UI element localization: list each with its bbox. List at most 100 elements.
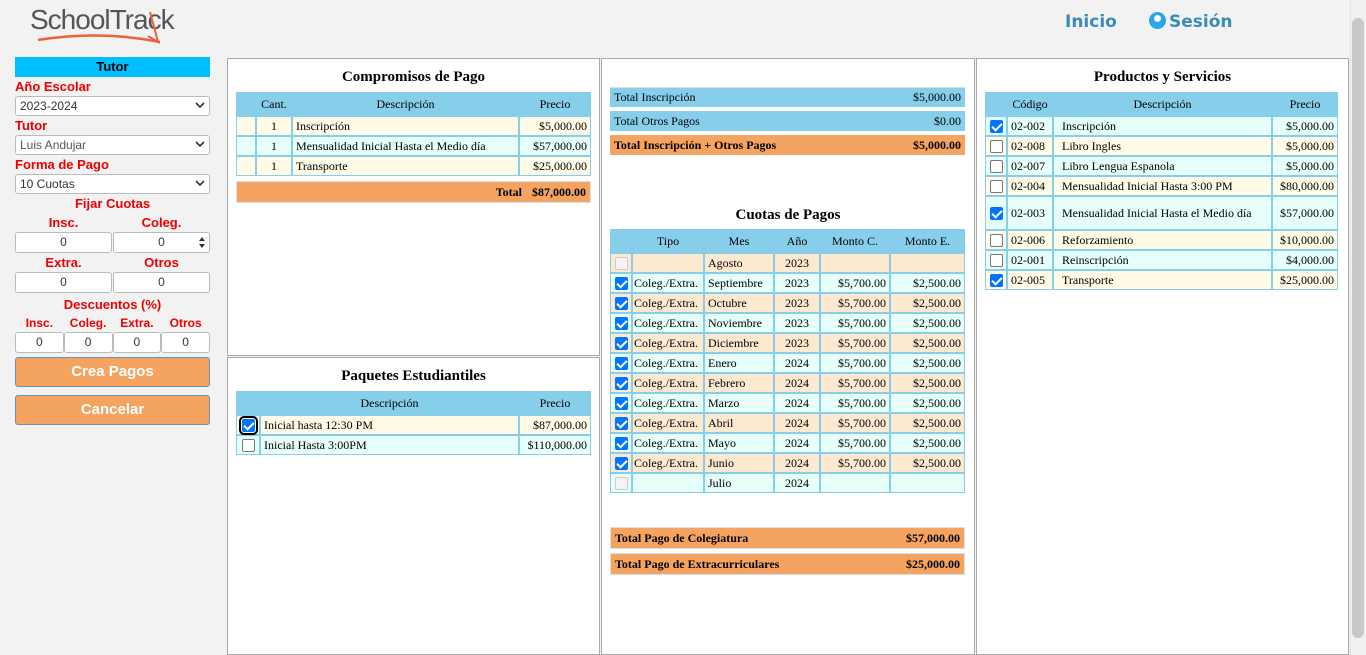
installment-checkbox[interactable] bbox=[614, 297, 628, 311]
row-price: $5,000.00 bbox=[1272, 156, 1338, 176]
sidebar-title: Tutor bbox=[15, 57, 210, 77]
row-year: 2023 bbox=[774, 333, 820, 353]
disc-otros-input[interactable]: 0 bbox=[161, 332, 210, 353]
row-desc: Inscripción bbox=[1053, 116, 1272, 136]
page-scrollbar-thumb[interactable] bbox=[1352, 18, 1364, 638]
row-check-cell bbox=[610, 413, 632, 433]
disc-otros-label: Otros bbox=[169, 316, 202, 330]
payment-form-label: Forma de Pago bbox=[15, 157, 109, 172]
col-check bbox=[985, 92, 1007, 116]
nav-home-link[interactable]: Inicio bbox=[1065, 12, 1117, 32]
table-row: Coleg./Extra. Mayo 2024 $5,700.00 $2,500.00 bbox=[610, 433, 965, 453]
row-code: 02-005 bbox=[1007, 270, 1053, 290]
fix-otros-input[interactable]: 0 bbox=[113, 272, 210, 293]
row-code: 02-003 bbox=[1007, 196, 1053, 230]
fix-insc-input[interactable]: 0 bbox=[15, 232, 112, 253]
create-payments-button[interactable]: Crea Pagos bbox=[15, 357, 210, 387]
row-code: 02-001 bbox=[1007, 250, 1053, 270]
table-row: 02-003 Mensualidad Inicial Hasta el Medio… bbox=[985, 196, 1338, 230]
row-type: Coleg./Extra. bbox=[632, 313, 704, 333]
row-price: $80,000.00 bbox=[1272, 176, 1338, 196]
row-amount-e: $2,500.00 bbox=[890, 453, 965, 473]
payment-form-select[interactable]: 10 Cuotas bbox=[15, 174, 210, 194]
year-label: Año Escolar bbox=[15, 79, 91, 94]
row-amount-e bbox=[890, 473, 965, 493]
installment-checkbox[interactable] bbox=[614, 317, 628, 331]
product-checkbox[interactable] bbox=[989, 274, 1003, 288]
row-amount-e: $2,500.00 bbox=[890, 293, 965, 313]
disc-extra-label: Extra. bbox=[120, 316, 154, 330]
table-row: 02-006 Reforzamiento $10,000.00 bbox=[985, 230, 1338, 250]
row-desc: Reinscripción bbox=[1053, 250, 1272, 270]
sidebar: Tutor Año Escolar 2023-2024 Tutor Luis A… bbox=[15, 57, 210, 425]
row-month: Agosto bbox=[704, 253, 774, 273]
row-amount-e: $2,500.00 bbox=[890, 413, 965, 433]
row-year: 2023 bbox=[774, 313, 820, 333]
product-checkbox[interactable] bbox=[989, 140, 1003, 154]
summary-block: Total Inscripción $5,000.00 Total Otros P… bbox=[610, 87, 965, 157]
installment-checkbox[interactable] bbox=[614, 357, 628, 371]
row-check-cell bbox=[985, 230, 1007, 250]
row-month: Mayo bbox=[704, 433, 774, 453]
row-year: 2023 bbox=[774, 273, 820, 293]
col-code: Código bbox=[1007, 92, 1053, 116]
summary-insc-row: Total Inscripción $5,000.00 bbox=[610, 87, 965, 109]
fix-coleg-input[interactable]: 0 bbox=[113, 232, 210, 253]
row-price: $4,000.00 bbox=[1272, 250, 1338, 270]
tutor-label: Tutor bbox=[15, 118, 48, 133]
row-type bbox=[632, 253, 704, 273]
product-checkbox[interactable] bbox=[989, 160, 1003, 174]
table-row: 1 Inscripción $5,000.00 bbox=[236, 116, 591, 136]
product-checkbox[interactable] bbox=[989, 120, 1003, 134]
fix-installments-title: Fijar Cuotas bbox=[74, 196, 151, 211]
year-select[interactable]: 2023-2024 bbox=[15, 96, 210, 116]
row-amount-c: $5,700.00 bbox=[820, 453, 890, 473]
installment-checkbox[interactable] bbox=[614, 417, 628, 431]
table-row: 1 Mensualidad Inicial Hasta el Medio día $… bbox=[236, 136, 591, 156]
fix-extra-input[interactable]: 0 bbox=[15, 272, 112, 293]
installment-checkbox[interactable] bbox=[614, 397, 628, 411]
table-row: Inicial hasta 12:30 PM $87,000.00 bbox=[236, 415, 591, 436]
products-body: 02-002 Inscripción $5,000.00 02-008 Libro In… bbox=[985, 116, 1338, 290]
logo[interactable]: SchoolTrack bbox=[30, 4, 175, 48]
row-check-cell bbox=[610, 313, 632, 333]
installment-checkbox[interactable] bbox=[614, 337, 628, 351]
disc-extra-input[interactable]: 0 bbox=[112, 332, 162, 353]
row-code: 02-004 bbox=[1007, 176, 1053, 196]
installment-checkbox[interactable] bbox=[614, 277, 628, 291]
row-amount-c: $5,700.00 bbox=[820, 393, 890, 413]
row-amount-c: $5,700.00 bbox=[820, 333, 890, 353]
row-spacer bbox=[236, 136, 256, 156]
row-qty: 1 bbox=[256, 136, 292, 156]
package-checkbox[interactable] bbox=[241, 439, 255, 453]
row-spacer bbox=[236, 116, 256, 136]
table-row: 02-008 Libro Ingles $5,000.00 bbox=[985, 136, 1338, 156]
row-month: Abril bbox=[704, 413, 774, 433]
packages-title: Paquetes Estudiantiles bbox=[341, 368, 486, 384]
spinner-arrows-icon[interactable] bbox=[198, 235, 206, 250]
cancel-button[interactable]: Cancelar bbox=[15, 395, 210, 425]
installment-checkbox[interactable] bbox=[614, 257, 628, 271]
row-code: 02-006 bbox=[1007, 230, 1053, 250]
product-checkbox[interactable] bbox=[989, 234, 1003, 248]
disc-coleg-input[interactable]: 0 bbox=[63, 332, 113, 353]
table-row: Coleg./Extra. Diciembre 2023 $5,700.00 $2,50… bbox=[610, 333, 965, 353]
row-check-cell bbox=[610, 333, 632, 353]
installment-checkbox[interactable] bbox=[614, 377, 628, 391]
row-amount-e: $2,500.00 bbox=[890, 333, 965, 353]
product-checkbox[interactable] bbox=[989, 254, 1003, 268]
row-check-cell bbox=[985, 270, 1007, 290]
user-icon bbox=[1149, 12, 1166, 29]
installment-checkbox[interactable] bbox=[614, 437, 628, 451]
tutor-select[interactable]: Luis Andujar bbox=[15, 135, 210, 155]
installment-checkbox[interactable] bbox=[614, 457, 628, 471]
product-checkbox[interactable] bbox=[989, 180, 1003, 194]
installment-checkbox[interactable] bbox=[614, 477, 628, 491]
package-checkbox[interactable] bbox=[238, 416, 258, 436]
disc-coleg-label: Coleg. bbox=[69, 316, 107, 330]
product-checkbox[interactable] bbox=[989, 207, 1003, 221]
nav-session-link[interactable]: Sesión bbox=[1149, 12, 1233, 32]
disc-insc-input[interactable]: 0 bbox=[15, 332, 64, 353]
row-type: Coleg./Extra. bbox=[632, 413, 704, 433]
row-type: Coleg./Extra. bbox=[632, 353, 704, 373]
